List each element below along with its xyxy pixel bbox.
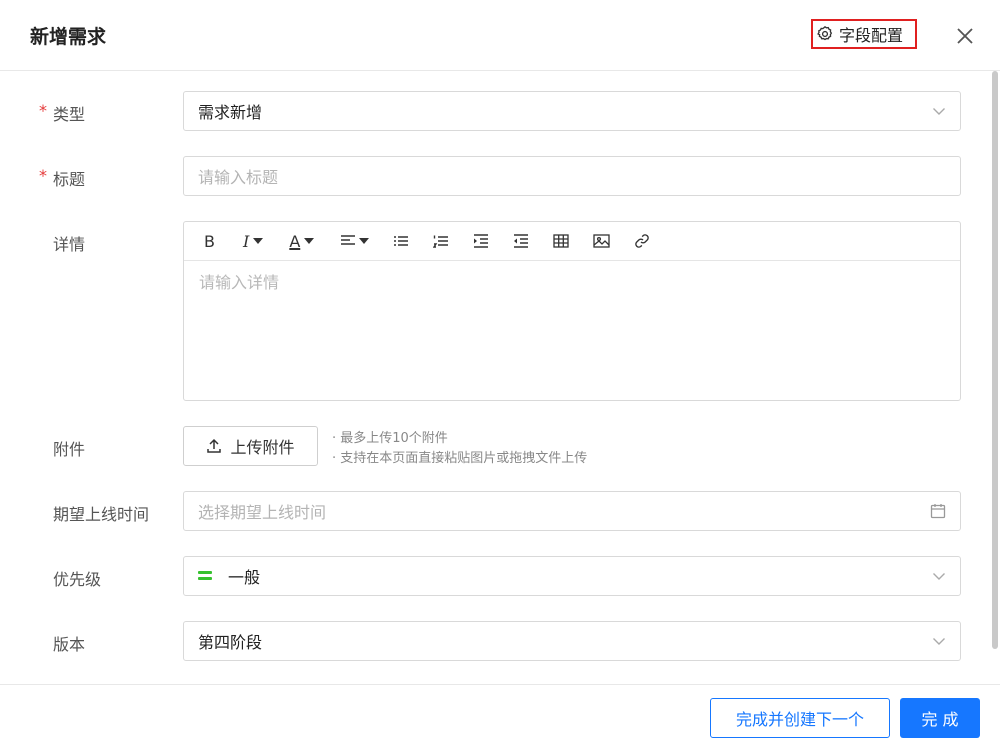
chevron-down-icon [933, 573, 945, 580]
details-label: 详情 [53, 235, 86, 254]
upload-icon [207, 438, 222, 453]
field-config-label: 字段配置 [839, 26, 904, 45]
image-icon [593, 234, 610, 248]
indent-icon [474, 234, 489, 248]
upload-attachment-label: 上传附件 [230, 438, 295, 457]
attachment-hint: · 最多上传10个附件 [332, 431, 448, 446]
numbered-list-icon [433, 235, 449, 248]
align-left-icon [341, 235, 356, 245]
version-label: 版本 [53, 635, 86, 654]
new-requirement-dialog: 新增需求 字段配置 * 类型 需求新增 * 标题 请输入标题 详情 B I A … [0, 0, 1000, 750]
required-mark: * [39, 166, 47, 185]
type-select[interactable]: 需求新增 [183, 91, 961, 131]
outdent-icon [514, 234, 529, 248]
priority-select-value: 一般 [228, 568, 261, 587]
priority-label: 优先级 [53, 570, 102, 589]
gear-icon [817, 26, 833, 41]
chevron-down-icon [933, 638, 945, 645]
chevron-down-icon [933, 108, 945, 115]
complete-button[interactable]: 完 成 [900, 698, 980, 738]
title-label: 标题 [53, 170, 86, 189]
italic-icon: I [242, 231, 250, 251]
title-input-placeholder: 请输入标题 [198, 168, 279, 187]
numbered-list-button[interactable] [433, 229, 449, 253]
close-button[interactable] [955, 26, 975, 46]
type-label: 类型 [53, 105, 86, 124]
scrollbar[interactable] [992, 71, 998, 649]
close-icon [957, 28, 973, 44]
font-color-button[interactable]: A [289, 229, 315, 253]
caret-down-icon [304, 238, 315, 244]
expected-time-picker[interactable]: 选择期望上线时间 [183, 491, 961, 531]
attachment-label: 附件 [53, 440, 86, 459]
bold-icon: B [204, 231, 215, 251]
indent-button[interactable] [473, 229, 489, 253]
priority-normal-icon [198, 571, 212, 581]
upload-attachment-button[interactable]: 上传附件 [183, 426, 318, 466]
editor-toolbar: B I A [184, 222, 960, 261]
version-select[interactable]: 第四阶段 [183, 621, 961, 661]
caret-down-icon [253, 238, 264, 244]
bullet-list-button[interactable] [393, 229, 409, 253]
italic-button[interactable]: I [242, 229, 264, 253]
calendar-icon [930, 504, 946, 519]
font-color-icon: A [289, 231, 301, 251]
version-select-value: 第四阶段 [198, 633, 263, 652]
priority-select[interactable]: 一般 [183, 556, 961, 596]
expected-time-placeholder: 选择期望上线时间 [198, 503, 327, 522]
field-config-button[interactable]: 字段配置 [811, 19, 917, 49]
dialog-header: 新增需求 字段配置 [0, 0, 1000, 71]
expected-time-label: 期望上线时间 [53, 505, 150, 524]
table-icon [553, 234, 569, 248]
table-button[interactable] [553, 229, 569, 253]
rich-text-editor[interactable]: B I A 请输入详情 [183, 221, 961, 401]
outdent-button[interactable] [513, 229, 529, 253]
link-button[interactable] [634, 229, 650, 253]
type-select-value: 需求新增 [198, 103, 263, 122]
bold-button[interactable]: B [204, 229, 215, 253]
caret-down-icon [359, 238, 370, 244]
bullet-list-icon [394, 236, 409, 246]
dialog-title: 新增需求 [30, 26, 107, 48]
title-input[interactable]: 请输入标题 [183, 156, 961, 196]
link-icon [635, 234, 650, 248]
attachment-hint: · 支持在本页面直接粘贴图片或拖拽文件上传 [332, 451, 588, 466]
image-button[interactable] [593, 229, 610, 253]
complete-and-create-next-button[interactable]: 完成并创建下一个 [710, 698, 890, 738]
align-button[interactable] [340, 229, 370, 253]
required-mark: * [39, 101, 47, 120]
details-placeholder: 请输入详情 [199, 273, 280, 292]
